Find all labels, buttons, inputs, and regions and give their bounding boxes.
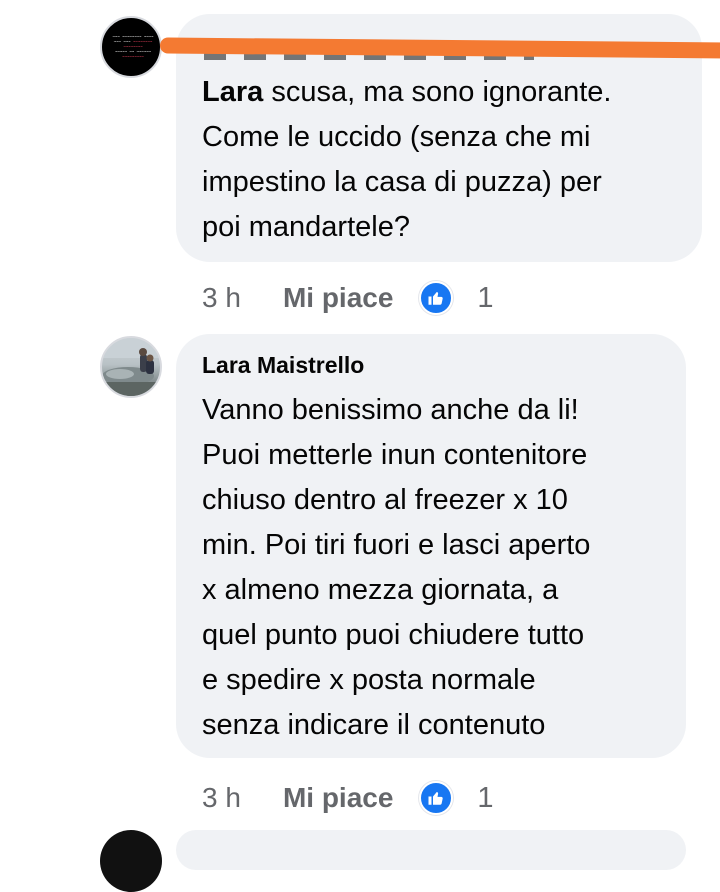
thumbs-up-icon[interactable] — [419, 781, 454, 815]
comment-actions: 3 h Mi piace 1 — [202, 278, 494, 318]
reaction-count[interactable]: 1 — [477, 282, 493, 315]
avatar-image: ~~~ ~~~~~~~~ ~~~~ ~~~ ~~~ ~~~~~~~~ ~~~~~… — [112, 34, 154, 59]
mention-link[interactable]: Lara — [202, 76, 263, 108]
comment-text: Lara scusa, ma sono ignorante. Come le u… — [202, 76, 612, 243]
reaction-count[interactable]: 1 — [477, 782, 493, 815]
comment-author-name[interactable]: Lara Maistrello — [202, 352, 364, 379]
comment-timestamp[interactable]: 3 h — [202, 782, 241, 814]
comment-text: Vanno benissimo anche da li! Puoi metter… — [202, 394, 591, 741]
like-button[interactable]: Mi piace — [283, 282, 393, 314]
like-button[interactable]: Mi piace — [283, 782, 393, 814]
comment-timestamp[interactable]: 3 h — [202, 282, 241, 314]
avatar-image — [102, 338, 160, 396]
commenter-avatar[interactable] — [100, 830, 162, 892]
comment-actions: 3 h Mi piace 1 — [202, 778, 494, 818]
commenter-avatar[interactable] — [100, 336, 162, 398]
comment-bubble — [176, 830, 686, 870]
commenter-avatar[interactable]: ~~~ ~~~~~~~~ ~~~~ ~~~ ~~~ ~~~~~~~~ ~~~~~… — [100, 16, 162, 78]
thumbs-up-icon[interactable] — [419, 281, 454, 315]
